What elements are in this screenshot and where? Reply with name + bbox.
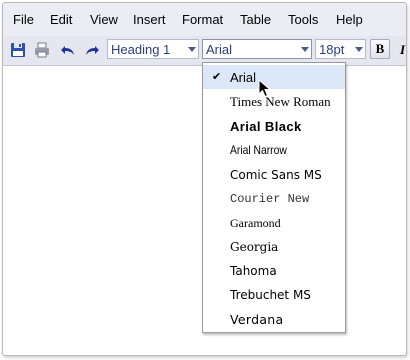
font-option-label: Verdana (230, 312, 284, 327)
editor-window: File Edit View Insert Format Table Tools… (2, 2, 407, 356)
undo-icon[interactable] (59, 41, 77, 59)
chevron-down-icon (301, 47, 309, 52)
font-option-label: Georgia (230, 240, 279, 254)
save-icon[interactable] (9, 41, 27, 59)
font-option-comic-sans-ms[interactable]: Comic Sans MS (203, 163, 345, 187)
font-option-arial-black[interactable]: Arial Black (203, 114, 345, 138)
font-option-georgia[interactable]: Georgia (203, 235, 345, 259)
font-option-verdana[interactable]: Verdana (203, 307, 345, 331)
font-option-label: Times New Roman (230, 94, 331, 109)
font-size-value: 18pt (319, 42, 345, 57)
menu-edit[interactable]: Edit (50, 12, 72, 27)
font-option-label: Comic Sans MS (230, 168, 322, 182)
font-option-courier-new[interactable]: Courier New (203, 187, 345, 211)
menu-bar: File Edit View Insert Format Table Tools… (3, 3, 406, 36)
font-option-label: Trebuchet MS (230, 288, 311, 302)
bold-button[interactable]: B (370, 39, 390, 59)
paragraph-style-select[interactable]: Heading 1 (107, 39, 199, 59)
font-size-select[interactable]: 18pt (315, 39, 366, 59)
font-family-select[interactable]: Arial (202, 39, 312, 59)
menu-table[interactable]: Table (240, 12, 271, 27)
italic-icon[interactable]: I (400, 42, 405, 58)
font-option-label: Garamond (230, 216, 281, 230)
menu-view[interactable]: View (90, 12, 118, 27)
menu-help[interactable]: Help (336, 12, 363, 27)
font-option-tahoma[interactable]: Tahoma (203, 259, 345, 283)
font-family-dropdown: ✔ Arial Times New Roman Arial Black Aria… (202, 62, 346, 333)
chevron-down-icon (355, 47, 363, 52)
menu-format[interactable]: Format (182, 12, 223, 27)
font-option-arial[interactable]: ✔ Arial (203, 65, 345, 89)
mouse-pointer-icon (258, 78, 272, 99)
font-option-times-new-roman[interactable]: Times New Roman (203, 89, 345, 113)
font-option-label: Arial Black (230, 119, 302, 134)
chevron-down-icon (188, 47, 196, 52)
font-option-label: Tahoma (230, 264, 277, 278)
paragraph-style-value: Heading 1 (111, 42, 171, 57)
checkmark-icon: ✔ (212, 70, 222, 83)
font-option-label: Arial (230, 70, 257, 85)
font-option-label: Arial Narrow (230, 143, 287, 157)
font-option-trebuchet-ms[interactable]: Trebuchet MS (203, 283, 345, 307)
font-family-value: Arial (206, 42, 233, 57)
menu-tools[interactable]: Tools (288, 12, 318, 27)
menu-file[interactable]: File (13, 12, 34, 27)
redo-icon[interactable] (83, 41, 101, 59)
font-option-label: Courier New (230, 192, 310, 206)
print-icon[interactable] (33, 41, 51, 59)
font-option-arial-narrow[interactable]: Arial Narrow (203, 138, 345, 162)
menu-insert[interactable]: Insert (133, 12, 166, 27)
font-option-garamond[interactable]: Garamond (203, 211, 345, 235)
